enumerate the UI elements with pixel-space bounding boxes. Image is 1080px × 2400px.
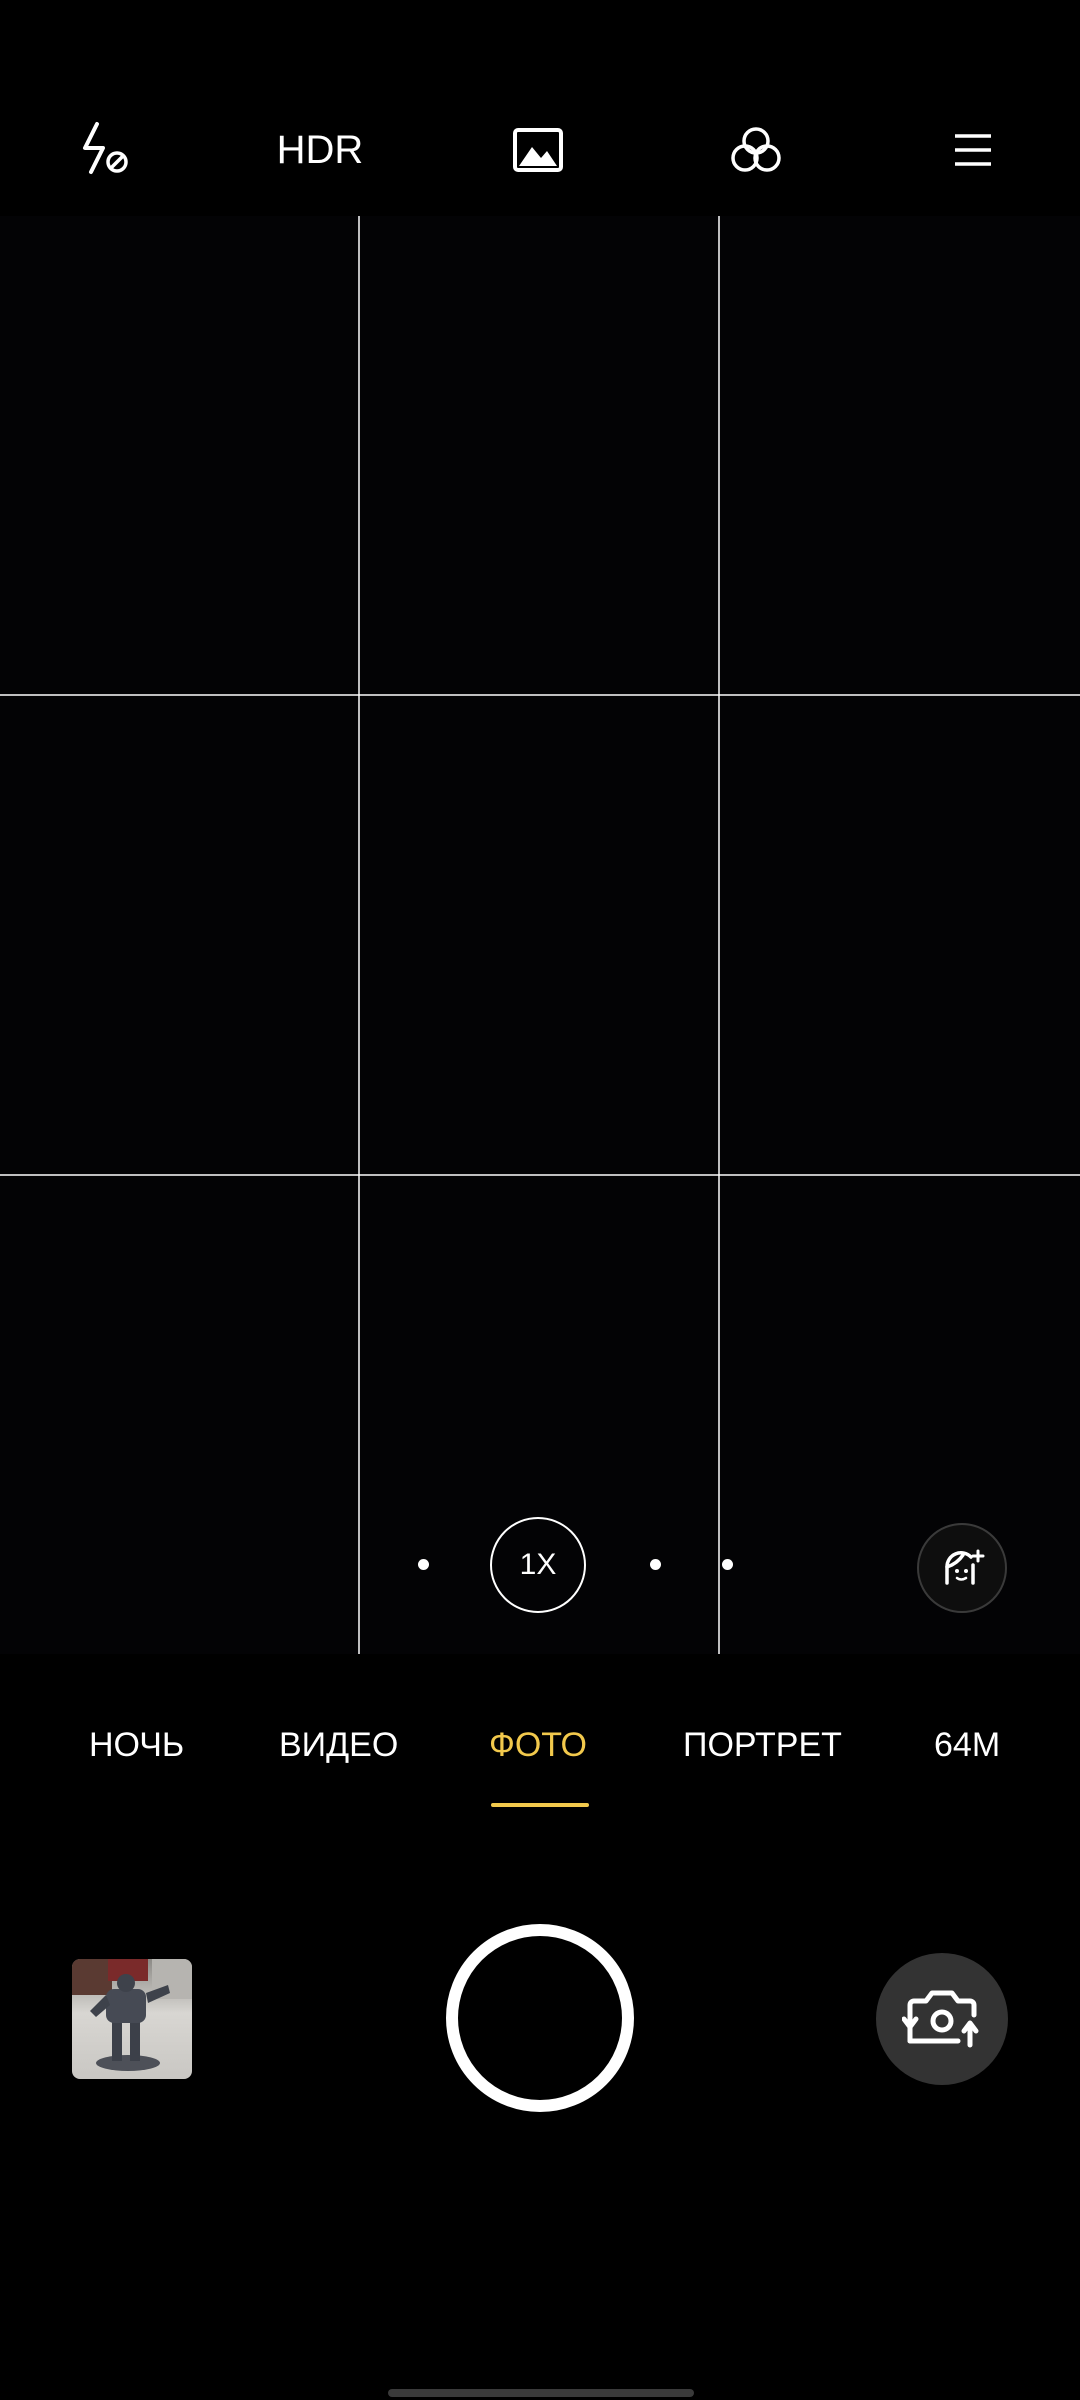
- gallery-thumbnail-image: [72, 1959, 192, 2079]
- beauty-mode-button[interactable]: [917, 1523, 1007, 1613]
- menu-icon: [955, 134, 991, 166]
- top-toolbar: HDR: [0, 0, 1080, 216]
- mode-video[interactable]: ВИДЕО: [279, 1726, 398, 1765]
- flash-off-icon: [83, 122, 128, 174]
- zoom-level-button[interactable]: 1X: [490, 1517, 586, 1613]
- active-mode-indicator: [491, 1803, 589, 1807]
- mode-portrait[interactable]: ПОРТРЕТ: [683, 1726, 842, 1765]
- home-indicator[interactable]: [388, 2389, 694, 2397]
- zoom-option-dot[interactable]: [650, 1559, 661, 1570]
- switch-camera-icon: [902, 1990, 979, 2048]
- image-icon: [513, 128, 563, 172]
- zoom-level-label: 1X: [519, 1548, 557, 1581]
- zoom-option-dot[interactable]: [722, 1559, 733, 1570]
- menu-button[interactable]: [923, 100, 1023, 200]
- camera-viewfinder[interactable]: [0, 216, 1080, 1654]
- mode-photo[interactable]: ФОТО: [489, 1726, 587, 1765]
- grid-line-vertical: [358, 216, 360, 1654]
- zoom-option-dot[interactable]: [418, 1559, 429, 1570]
- gallery-thumbnail[interactable]: [72, 1959, 192, 2079]
- grid-line-horizontal: [0, 694, 1080, 696]
- mode-64m[interactable]: 64M: [934, 1726, 1000, 1765]
- hdr-label: HDR: [276, 127, 364, 172]
- beauty-face-icon: [945, 1549, 985, 1585]
- photo-format-button[interactable]: [488, 100, 588, 200]
- grid-line-vertical: [718, 216, 720, 1654]
- grid-line-horizontal: [0, 1174, 1080, 1176]
- shutter-button[interactable]: [446, 1924, 634, 2112]
- mode-night[interactable]: НОЧЬ: [89, 1726, 184, 1765]
- filters-button[interactable]: [706, 100, 806, 200]
- hdr-button[interactable]: HDR: [270, 100, 370, 200]
- flash-toggle-button[interactable]: [55, 100, 155, 200]
- filters-icon: [731, 127, 781, 172]
- switch-camera-button[interactable]: [876, 1953, 1008, 2085]
